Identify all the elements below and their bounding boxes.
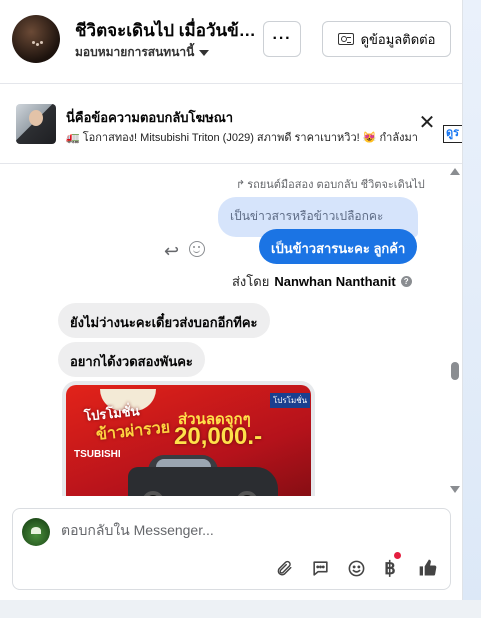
bottom-edge-strip xyxy=(0,600,481,618)
incoming-message[interactable]: อยากได้งวดสองพันคะ xyxy=(58,342,205,377)
scroll-down-arrow[interactable] xyxy=(450,486,460,493)
page-title: ชีวิตจะเดินไป เมื่อวันข้างหน้า xyxy=(75,21,260,40)
image-attachment[interactable]: โปรโมชั่น ข้าวผ่ารวย TSUBISHI ส่วนลดจุกๆ… xyxy=(62,381,315,496)
reply-icon[interactable]: ↩ xyxy=(164,241,179,262)
baht-icon[interactable]: ฿ xyxy=(379,552,401,579)
info-icon[interactable]: ? xyxy=(400,276,412,287)
reply-note-icon: ↱ xyxy=(236,178,246,191)
ad-reply-banner[interactable]: นี่คือข้อความตอบกลับโฆษณา 🚛 โอกาสทอง! Mi… xyxy=(0,92,462,164)
reply-note-text: รถยนต์มือสอง ตอบกลับ ชีวิตจะเดินไป xyxy=(247,179,425,191)
more-options-button[interactable]: ··· xyxy=(263,21,301,57)
contact-card-icon xyxy=(337,33,354,45)
notification-dot xyxy=(394,552,401,559)
chat-bubble-icon[interactable] xyxy=(309,557,331,579)
close-icon[interactable]: ✕ xyxy=(418,113,436,133)
paperclip-icon[interactable] xyxy=(273,557,295,579)
pickup-truck-graphic xyxy=(128,455,278,496)
message-thread[interactable]: ↱ รถยนต์มือสอง ตอบกลับ ชีวิตจะเดินไป เป็… xyxy=(0,165,462,496)
page-avatar-small xyxy=(22,518,50,546)
sent-by-name: Nanwhan Nanthanit xyxy=(274,274,396,289)
more-icon: ··· xyxy=(272,30,292,47)
reply-composer: ฿ xyxy=(12,508,451,590)
ad-view-tag[interactable]: ดูร xyxy=(443,125,462,143)
sent-message[interactable]: เป็นข้าวสารนะคะ ลูกค้า xyxy=(259,229,418,264)
ad-banner-title: นี่คือข้อความตอบกลับโฆษณา xyxy=(66,110,234,125)
promo-tag: โปรโมชั่น xyxy=(270,393,311,408)
conversation-header: ชีวิตจะเดินไป เมื่อวันข้างหน้า มอบหมายกา… xyxy=(0,0,462,84)
ad-banner-text: 🚛 โอกาสทอง! Mitsubishi Triton (J029) สภา… xyxy=(66,132,418,144)
view-contact-button[interactable]: ดูข้อมูลติดต่อ xyxy=(322,21,451,57)
promo-amount: 20,000.- xyxy=(174,423,263,450)
sent-by-line: ส่งโดย Nanwhan Nanthanit ? xyxy=(232,271,412,292)
emoji-react-icon[interactable] xyxy=(189,241,205,257)
ad-thumbnail[interactable] xyxy=(16,104,56,144)
scroll-up-arrow[interactable] xyxy=(450,168,460,175)
emoji-icon[interactable] xyxy=(345,557,367,579)
incoming-message[interactable]: ยังไม่ว่างนะคะเดี๋ยวส่งบอกอีกทีคะ xyxy=(58,303,270,338)
view-contact-label: ดูข้อมูลติดต่อ xyxy=(360,31,436,47)
chevron-down-icon xyxy=(199,49,210,56)
sent-by-prefix: ส่งโดย xyxy=(232,274,270,289)
right-edge-strip xyxy=(463,0,481,618)
scrollbar-thumb[interactable] xyxy=(451,362,459,380)
thumbs-up-icon[interactable] xyxy=(417,557,439,579)
conversation-panel: ชีวิตจะเดินไป เมื่อวันข้างหน้า มอบหมายกา… xyxy=(0,0,463,600)
assign-conversation-dropdown[interactable]: มอบหมายการสนทนานี้ xyxy=(75,43,210,62)
reply-context-note: ↱ รถยนต์มือสอง ตอบกลับ ชีวิตจะเดินไป xyxy=(236,175,425,193)
assign-conversation-label: มอบหมายการสนทนานี้ xyxy=(75,45,195,59)
promo-image: โปรโมชั่น ข้าวผ่ารวย TSUBISHI ส่วนลดจุกๆ… xyxy=(66,385,311,496)
page-avatar[interactable] xyxy=(12,15,60,63)
message-input[interactable] xyxy=(61,522,431,538)
promo-brand: TSUBISHI xyxy=(74,449,121,460)
